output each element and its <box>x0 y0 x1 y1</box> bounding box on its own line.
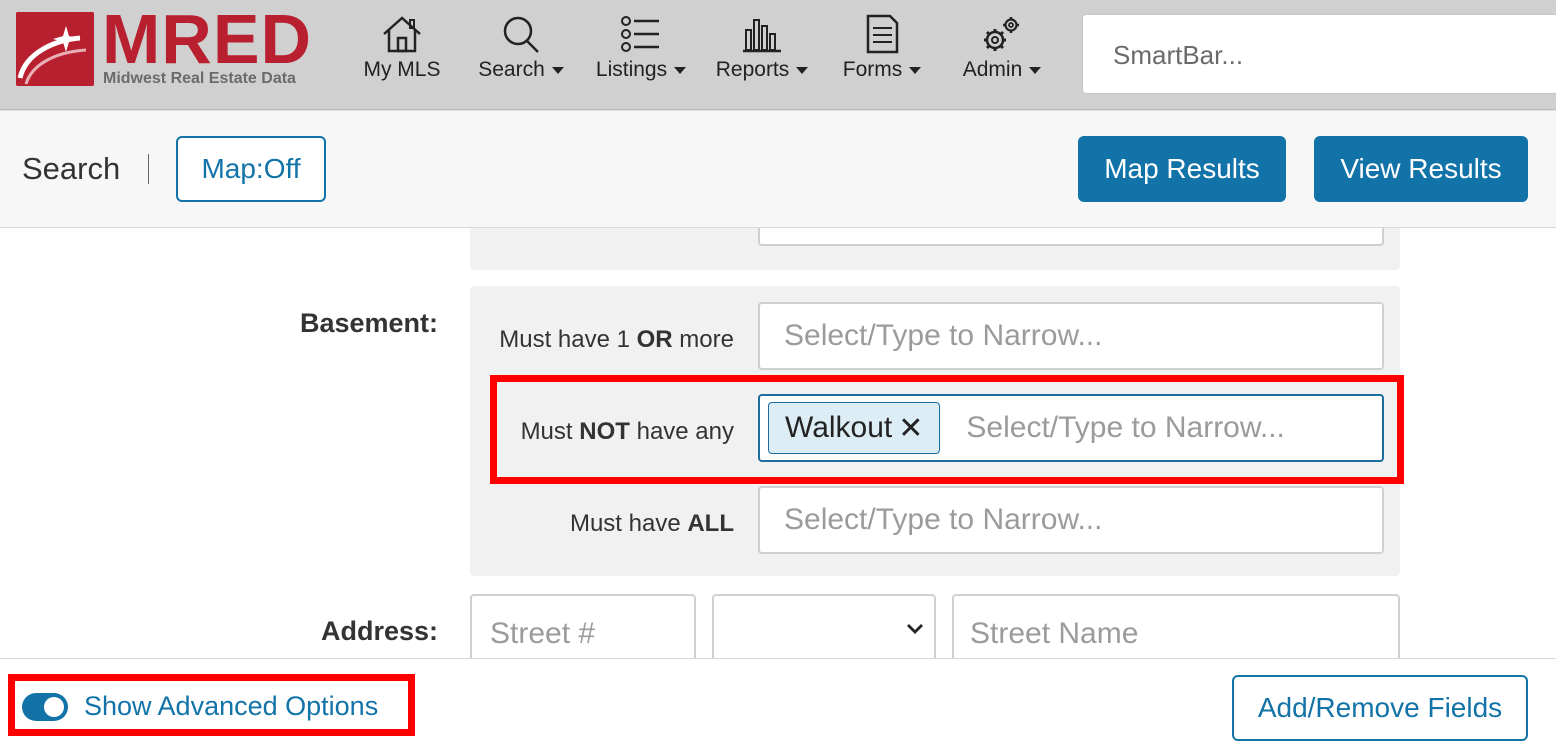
divider <box>148 154 149 184</box>
nav-label: Admin <box>963 58 1042 82</box>
must-not-have-any-label: Must NOT have any <box>520 418 734 445</box>
add-remove-fields-button[interactable]: Add/Remove Fields <box>1232 675 1528 741</box>
list-icon <box>621 16 659 52</box>
close-icon[interactable]: ✕ <box>898 411 923 446</box>
chevron-down-icon <box>906 622 924 640</box>
street-number-input[interactable]: Street # <box>470 594 696 658</box>
nav-label: Reports <box>716 58 809 82</box>
nav-label: Search <box>478 58 564 82</box>
smartbar-input[interactable]: SmartBar... <box>1082 14 1556 94</box>
top-nav-bar: MRED Midwest Real Estate Data My MLS Sea… <box>0 0 1556 110</box>
map-toggle-button[interactable]: Map:Off <box>176 136 326 202</box>
basement-label: Basement: <box>299 308 438 338</box>
chevron-down-icon <box>551 66 564 74</box>
search-header: Search Map:Off Map Results View Results <box>0 111 1556 228</box>
nav-admin[interactable]: Admin <box>958 14 1046 94</box>
selected-chip-walkout: Walkout ✕ <box>768 402 941 454</box>
input-placeholder: Select/Type to Narrow... <box>966 411 1285 444</box>
chevron-down-icon <box>909 66 922 74</box>
chevron-down-icon <box>1029 66 1042 74</box>
logo-text: MRED <box>102 0 313 78</box>
nav-listings[interactable]: Listings <box>592 14 690 94</box>
basement-panel: Must have 1 OR more Select/Type to Narro… <box>470 286 1400 576</box>
page-title: Search <box>22 151 121 186</box>
gears-icon <box>984 17 1019 51</box>
toggle-knob <box>44 697 64 717</box>
mred-logo[interactable]: MRED Midwest Real Estate Data <box>16 4 336 92</box>
nav-reports[interactable]: Reports <box>712 14 812 94</box>
view-results-button[interactable]: View Results <box>1314 136 1528 202</box>
nav-forms[interactable]: Forms <box>838 14 926 94</box>
nav-label: My MLS <box>363 58 441 81</box>
previous-field-input[interactable] <box>758 228 1384 246</box>
address-label: Address: <box>320 616 438 646</box>
logo-subtitle: Midwest Real Estate Data <box>103 70 296 87</box>
map-results-button[interactable]: Map Results <box>1078 136 1286 202</box>
must-have-one-or-more-label: Must have 1 OR more <box>499 326 734 353</box>
nav-label: Forms <box>843 58 922 82</box>
chevron-down-icon <box>674 66 687 74</box>
basement-must-have-all-input[interactable]: Select/Type to Narrow... <box>758 486 1384 554</box>
chevron-down-icon <box>796 66 809 74</box>
nav-my-mls[interactable]: My MLS <box>360 14 444 94</box>
chip-label: Walkout <box>785 411 893 444</box>
basement-must-have-one-or-more-input[interactable]: Select/Type to Narrow... <box>758 302 1384 370</box>
street-direction-select[interactable] <box>712 594 936 658</box>
street-name-input[interactable]: Street Name <box>952 594 1400 658</box>
bar-chart-icon <box>743 19 781 53</box>
bottom-bar: Show Advanced Options Add/Remove Fields <box>0 658 1556 748</box>
nav-label: Listings <box>596 58 687 82</box>
magnifier-icon <box>503 16 539 53</box>
previous-field-panel <box>470 228 1400 270</box>
nav-search[interactable]: Search <box>474 14 568 94</box>
basement-must-not-have-input[interactable]: Walkout ✕ Select/Type to Narrow... <box>758 394 1384 462</box>
show-advanced-options-label[interactable]: Show Advanced Options <box>84 691 378 722</box>
must-have-all-label: Must have ALL <box>569 510 734 537</box>
advanced-options-toggle[interactable] <box>22 693 68 721</box>
house-icon <box>383 16 421 53</box>
search-form: Basement: Must have 1 OR more Select/Typ… <box>0 228 1556 658</box>
document-icon <box>866 14 899 54</box>
logo-swoosh-icon <box>16 12 94 86</box>
